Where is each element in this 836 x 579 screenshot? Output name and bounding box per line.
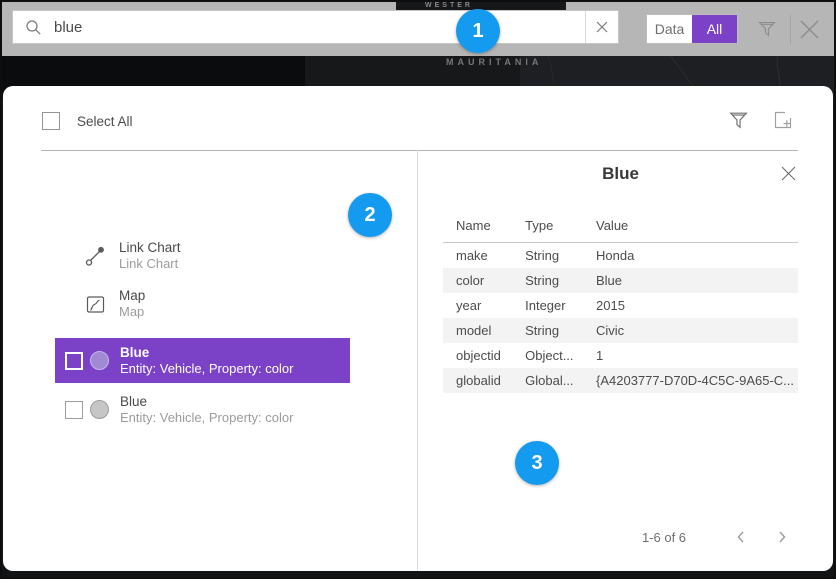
app-window: MAURITANIA WESTER Data All [0,0,836,579]
scope-all-button[interactable]: All [692,15,737,43]
cell-name: globalid [443,368,512,393]
cell-value: Blue [583,268,798,293]
detail-pane: Blue Name Type Value make [418,150,833,571]
search-icon [25,19,42,36]
scope-data-button[interactable]: Data [647,15,692,43]
row-checkbox[interactable] [65,352,83,370]
toolbar-divider [790,15,791,44]
list-item-map[interactable]: Map Map [83,288,145,320]
cell-type: Global... [512,368,583,393]
cell-type: Object... [512,343,583,368]
list-item-blue[interactable]: Blue Entity: Vehicle, Property: color [55,387,350,432]
search-box[interactable] [12,10,619,44]
close-x-icon [780,165,797,182]
link-chart-icon [83,245,107,267]
cell-type: String [512,243,583,269]
table-row: year Integer 2015 [443,293,798,318]
table-header-row: Name Type Value [443,212,798,243]
search-scope-toggle: Data All [646,14,738,44]
pagination-next-button[interactable] [775,530,789,544]
cell-name: make [443,243,512,269]
table-row: model String Civic [443,318,798,343]
detail-title: Blue [443,164,798,184]
cell-value: 1 [583,343,798,368]
cell-name: objectid [443,343,512,368]
cell-value: Civic [583,318,798,343]
add-selection-icon [772,109,794,131]
column-header-type: Type [512,212,583,243]
clear-x-icon [596,21,608,33]
result-subtitle: Entity: Vehicle, Property: color [120,410,293,426]
map-label-western: WESTER [425,2,473,9]
properties-table: Name Type Value make String Honda color … [443,212,798,393]
cell-value: 2015 [583,293,798,318]
column-header-name: Name [443,212,512,243]
cell-name: model [443,318,512,343]
result-title: Map [119,288,145,304]
result-title: Link Chart [119,240,181,256]
result-subtitle: Link Chart [119,256,181,272]
pagination-label: 1-6 of 6 [614,530,714,545]
search-results-panel: Select All [3,86,833,571]
result-subtitle: Map [119,304,145,320]
column-header-value: Value [583,212,798,243]
callout-badge-2: 2 [348,193,392,237]
list-item-link-chart[interactable]: Link Chart Link Chart [83,240,181,272]
table-row: make String Honda [443,243,798,269]
filter-funnel-icon [757,19,777,39]
cell-type: Integer [512,293,583,318]
entity-dot-icon [90,351,109,370]
callout-badge-1: 1 [456,9,500,53]
pagination-prev-button[interactable] [734,530,748,544]
cell-name: year [443,293,512,318]
table-row: objectid Object... 1 [443,343,798,368]
table-row: globalid Global... {A4203777-D70D-4C5C-9… [443,368,798,393]
chevron-right-icon [775,530,789,544]
map-label-mauritania: MAURITANIA [446,57,542,67]
row-checkbox[interactable] [65,401,83,419]
result-subtitle: Entity: Vehicle, Property: color [120,361,293,377]
cell-type: String [512,268,583,293]
select-all-checkbox[interactable] [42,112,60,130]
cell-value: Honda [583,243,798,269]
filter-funnel-icon [728,110,749,131]
close-x-icon [798,18,821,41]
table-row: color String Blue [443,268,798,293]
select-all-label: Select All [77,114,133,129]
results-filter-button[interactable] [728,110,749,131]
result-title: Blue [120,394,293,410]
result-title: Blue [120,345,293,361]
list-item-blue-selected[interactable]: Blue Entity: Vehicle, Property: color [55,338,350,383]
cell-value: {A4203777-D70D-4C5C-9A65-C... [583,368,798,393]
chevron-left-icon [734,530,748,544]
cell-name: color [443,268,512,293]
search-close-button[interactable] [798,18,821,41]
map-icon [83,294,107,315]
toolbar-filter-button[interactable] [757,19,777,39]
search-clear-button[interactable] [585,11,618,43]
search-input[interactable] [42,19,585,36]
entity-dot-icon [90,400,109,419]
callout-badge-3: 3 [515,441,559,485]
cell-type: String [512,318,583,343]
detail-close-button[interactable] [780,165,797,182]
add-to-selection-button[interactable] [772,109,794,131]
search-toolbar: WESTER Data All [2,2,834,56]
